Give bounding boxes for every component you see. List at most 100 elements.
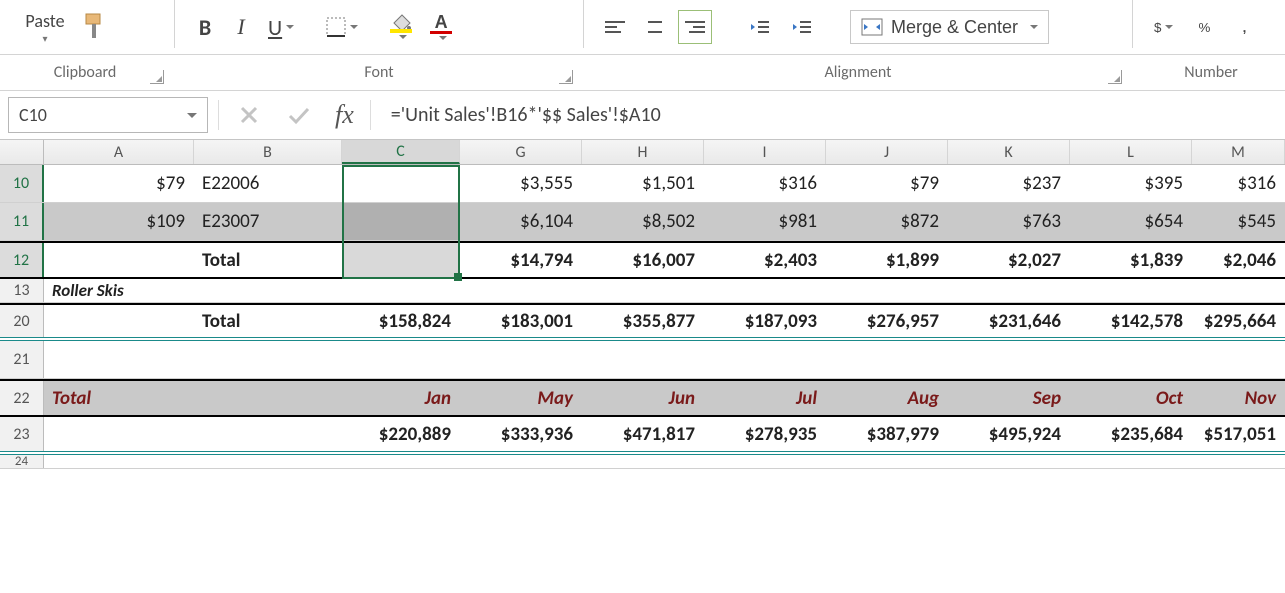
cell-J22[interactable]: Aug (826, 381, 948, 415)
align-center-button[interactable] (638, 10, 672, 44)
cell-A21[interactable] (44, 341, 194, 378)
cell-B20[interactable]: Total (194, 305, 342, 337)
cell-I20[interactable]: $187,093 (704, 305, 826, 337)
cell-I11[interactable]: $981 (704, 203, 826, 240)
cell-C11[interactable] (342, 203, 460, 240)
underline-button[interactable]: U (261, 10, 301, 44)
col-header-B[interactable]: B (194, 140, 342, 164)
cell-M22[interactable]: Nov (1192, 381, 1285, 415)
cell-I13[interactable] (704, 279, 826, 302)
row-header-21[interactable]: 21 (0, 341, 44, 378)
cell-C23[interactable]: $220,889 (342, 417, 460, 451)
cell-L21[interactable] (1070, 341, 1192, 378)
cell-J21[interactable] (826, 341, 948, 378)
cell-G11[interactable]: $6,104 (460, 203, 582, 240)
cell-C13[interactable] (342, 279, 460, 302)
name-box[interactable]: C10 (8, 97, 208, 133)
col-header-H[interactable]: H (582, 140, 704, 164)
cell-H21[interactable] (582, 341, 704, 378)
cell-L23[interactable]: $235,684 (1070, 417, 1192, 451)
cell-K20[interactable]: $231,646 (948, 305, 1070, 337)
cell-A23[interactable] (44, 417, 194, 451)
cell-G10[interactable]: $3,555 (460, 165, 582, 202)
col-header-G[interactable]: G (460, 140, 582, 164)
currency-format-button[interactable]: $ (1147, 10, 1180, 44)
cell-H10[interactable]: $1,501 (582, 165, 704, 202)
cell-I21[interactable] (704, 341, 826, 378)
cell-L20[interactable]: $142,578 (1070, 305, 1192, 337)
insert-function-button[interactable]: fx (329, 100, 360, 130)
cell-B12[interactable]: Total (194, 243, 342, 277)
cell-H13[interactable] (582, 279, 704, 302)
col-header-K[interactable]: K (948, 140, 1070, 164)
alignment-dialog-launcher[interactable] (1108, 70, 1122, 84)
cell-J10[interactable]: $79 (826, 165, 948, 202)
italic-button[interactable]: I (225, 10, 257, 44)
col-header-L[interactable]: L (1070, 140, 1192, 164)
cell-C10[interactable] (342, 165, 460, 202)
font-dialog-launcher[interactable] (559, 70, 573, 84)
row-header-11[interactable]: 11 (0, 203, 44, 240)
col-header-A[interactable]: A (44, 140, 194, 164)
cell-A12[interactable] (44, 243, 194, 277)
accept-formula-button[interactable] (279, 99, 319, 131)
col-header-C[interactable]: C (342, 140, 460, 164)
merge-center-button[interactable]: Merge & Center (850, 10, 1049, 44)
cell-K23[interactable]: $495,924 (948, 417, 1070, 451)
row-header-24[interactable]: 24 (0, 455, 44, 468)
paste-button[interactable]: Paste ▾ (10, 2, 80, 52)
cancel-formula-button[interactable] (229, 99, 269, 131)
cell-A22[interactable]: Total (44, 381, 194, 415)
cell-K22[interactable]: Sep (948, 381, 1070, 415)
cell-I23[interactable]: $278,935 (704, 417, 826, 451)
cell-G12[interactable]: $14,794 (460, 243, 582, 277)
cell-J12[interactable]: $1,899 (826, 243, 948, 277)
cell-B22[interactable] (194, 381, 342, 415)
cell-I22[interactable]: Jul (704, 381, 826, 415)
percent-format-button[interactable]: % (1188, 10, 1220, 44)
cell-B10[interactable]: E22006 (194, 165, 342, 202)
borders-button[interactable] (319, 10, 365, 44)
col-header-M[interactable]: M (1192, 140, 1285, 164)
cell-G21[interactable] (460, 341, 582, 378)
cell-A11[interactable]: $109 (44, 203, 194, 240)
cell-B11[interactable]: E23007 (194, 203, 342, 240)
cell-M21[interactable] (1192, 341, 1285, 378)
cell-B23[interactable] (194, 417, 342, 451)
cell-H20[interactable]: $355,877 (582, 305, 704, 337)
row-header-10[interactable]: 10 (0, 165, 44, 202)
cell-G23[interactable]: $333,936 (460, 417, 582, 451)
cell-C12[interactable] (342, 243, 460, 277)
cell-J23[interactable]: $387,979 (826, 417, 948, 451)
cell-H12[interactable]: $16,007 (582, 243, 704, 277)
row-header-23[interactable]: 23 (0, 417, 44, 451)
cell-L12[interactable]: $1,839 (1070, 243, 1192, 277)
format-painter-button[interactable] (80, 10, 114, 44)
cell-J11[interactable]: $872 (826, 203, 948, 240)
cell-A10[interactable]: $79 (44, 165, 194, 202)
cell-K21[interactable] (948, 341, 1070, 378)
cell-G22[interactable]: May (460, 381, 582, 415)
bold-button[interactable]: B (189, 10, 221, 44)
clipboard-dialog-launcher[interactable] (150, 70, 164, 84)
align-right-button[interactable] (678, 10, 712, 44)
cell-G13[interactable] (460, 279, 582, 302)
cell-A13[interactable]: Roller Skis (44, 279, 194, 302)
align-left-button[interactable] (598, 10, 632, 44)
row-header-13[interactable]: 13 (0, 279, 44, 302)
cell-C20[interactable]: $158,824 (342, 305, 460, 337)
cell-M12[interactable]: $2,046 (1192, 243, 1285, 277)
cell-M10[interactable]: $316 (1192, 165, 1285, 202)
increase-indent-button[interactable] (784, 10, 820, 44)
row-header-20[interactable]: 20 (0, 305, 44, 337)
cell-K12[interactable]: $2,027 (948, 243, 1070, 277)
comma-format-button[interactable]: , (1228, 10, 1260, 44)
font-color-button[interactable]: A (423, 10, 459, 44)
cell-H22[interactable]: Jun (582, 381, 704, 415)
cell-A20[interactable] (44, 305, 194, 337)
formula-input[interactable] (381, 98, 1277, 132)
cell-L10[interactable]: $395 (1070, 165, 1192, 202)
cell-B21[interactable] (194, 341, 342, 378)
col-header-I[interactable]: I (704, 140, 826, 164)
cell-L11[interactable]: $654 (1070, 203, 1192, 240)
